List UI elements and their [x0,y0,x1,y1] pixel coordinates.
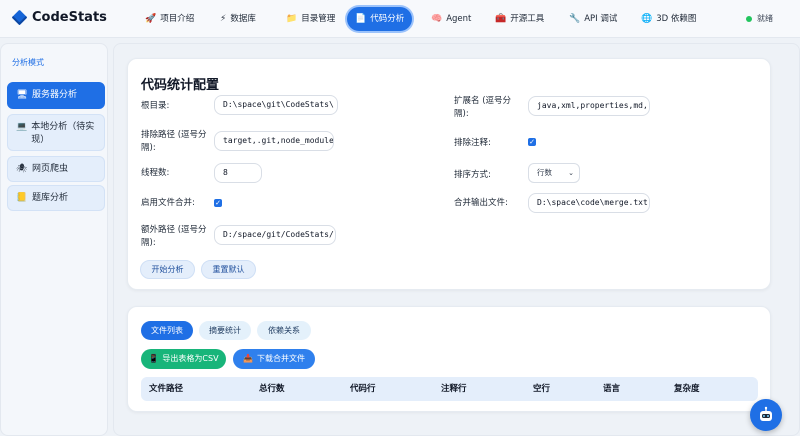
start-analysis-button[interactable]: 开始分析 [140,260,195,279]
status-indicator: 就绪 [746,13,773,24]
robot-icon [760,406,772,421]
nav-item-directory[interactable]: 📁 目录管理 [278,7,343,31]
extra-paths-label: 额外路径 (逗号分隔): [141,225,207,248]
merge-label: 启用文件合并: [141,198,195,208]
col-blank-lines[interactable]: 空行 [533,377,550,401]
nav-label: 项目介绍 [160,14,195,24]
chevron-down-icon: ⌄ [568,169,574,177]
threads-label: 线程数: [141,168,170,178]
export-csv-label: 导出表格为CSV [162,354,219,363]
monitor-icon: 🖥 [16,90,28,100]
sidebar-item-label: 题库分析 [32,193,69,203]
bolt-icon: ⚡ [220,13,227,24]
extensions-label: 扩展名 (逗号分隔): [454,96,512,119]
results-card: 文件列表 摘要统计 依赖关系 📱 导出表格为CSV 📥 下载合并文件 文件路径 … [127,306,771,412]
brand[interactable]: CodeStats [11,9,107,26]
sidebar: 分析模式 🖥 服务器分析 💻 本地分析（待实现） 🕷 网页爬虫 📒 题库分析 [0,43,108,436]
assistant-button[interactable] [750,399,782,431]
col-total-lines[interactable]: 总行数 [259,377,285,401]
output-file-label: 合并输出文件: [454,198,508,208]
nav-label: 3D 依赖图 [656,14,697,24]
config-card: 代码统计配置 根目录: D:\space\git\CodeStats\ 排除路径… [127,58,771,290]
exclude-comments-checkbox[interactable]: ✓ [528,138,536,146]
output-file-input[interactable]: D:\space\code\merge.txt [528,193,650,213]
nav-item-database[interactable]: ⚡ 数据库 [212,7,264,31]
sort-select[interactable]: 行数 ⌄ [528,163,580,183]
reset-default-button[interactable]: 重置默认 [201,260,256,279]
sort-label: 排序方式: [454,170,491,180]
nav-label: Agent [446,14,472,24]
globe-icon: 🌐 [641,13,653,24]
brain-icon: 🧠 [431,13,443,24]
status-label: 就绪 [757,14,773,23]
nav-item-3d-graph[interactable]: 🌐 3D 依赖图 [633,7,704,31]
root-label: 根目录: [141,101,170,111]
col-comment-lines[interactable]: 注释行 [441,377,467,401]
rocket-icon: 🚀 [145,13,157,24]
nav-label: API 调试 [584,14,618,24]
status-dot-icon [746,15,752,22]
nav-item-intro[interactable]: 🚀 项目介绍 [137,7,202,31]
sidebar-item-label: 本地分析（待实现） [31,122,95,145]
exclude-comments-label: 排除注释: [454,138,491,148]
sidebar-item-question-bank[interactable]: 📒 题库分析 [7,185,105,211]
col-language[interactable]: 语言 [603,377,620,401]
book-icon: 📒 [16,193,28,203]
sidebar-item-web-crawler[interactable]: 🕷 网页爬虫 [7,156,105,182]
extra-paths-input[interactable]: D:/space/git/CodeStats/ [214,225,336,245]
config-title: 代码统计配置 [141,78,220,93]
download-merged-button[interactable]: 📥 下载合并文件 [233,349,315,369]
col-file-path[interactable]: 文件路径 [149,377,183,401]
exclude-paths-label: 排除路径 (逗号分隔): [141,130,207,153]
toolbox-icon: 🧰 [495,13,507,24]
root-dir-input[interactable]: D:\space\git\CodeStats\ [214,95,338,115]
nav-item-agent[interactable]: 🧠 Agent [423,7,479,31]
col-code-lines[interactable]: 代码行 [350,377,376,401]
sidebar-item-label: 服务器分析 [32,90,78,100]
sidebar-item-local-analysis[interactable]: 💻 本地分析（待实现） [7,114,105,151]
nav-item-open-tools[interactable]: 🧰 开源工具 [487,7,552,31]
merge-checkbox[interactable]: ✓ [214,199,222,207]
tab-file-list[interactable]: 文件列表 [141,321,193,340]
sidebar-item-label: 网页爬虫 [32,164,69,174]
nav-label: 开源工具 [510,14,545,24]
document-icon: 📄 [355,13,367,24]
nav-label: 目录管理 [301,14,336,24]
results-table-header: 文件路径 总行数 代码行 注释行 空行 语言 复杂度 [141,377,758,401]
main-area: 代码统计配置 根目录: D:\space\git\CodeStats\ 排除路径… [113,43,800,436]
nav-label: 代码分析 [370,14,405,24]
tab-summary-stats[interactable]: 摘要统计 [199,321,251,340]
sidebar-title: 分析模式 [12,58,44,67]
laptop-icon: 💻 [16,122,28,132]
col-complexity[interactable]: 复杂度 [674,377,700,401]
nav-item-code-analysis[interactable]: 📄 代码分析 [347,7,413,31]
logo-diamond-icon [11,9,28,26]
tool-icon: 🔧 [569,13,581,24]
nav-item-api-debug[interactable]: 🔧 API 调试 [561,7,625,31]
threads-input[interactable]: 8 [214,163,262,183]
sidebar-item-server-analysis[interactable]: 🖥 服务器分析 [7,82,105,109]
spider-icon: 🕷 [16,164,28,174]
extensions-input[interactable]: java,xml,properties,md, [528,96,650,116]
sort-select-value: 行数 [537,168,552,177]
nav-label: 数据库 [230,14,256,24]
exclude-paths-input[interactable]: target,.git,node_modules [214,131,334,151]
download-merged-label: 下载合并文件 [256,354,305,363]
folder-icon: 📁 [286,13,298,24]
export-csv-button[interactable]: 📱 导出表格为CSV [141,349,226,369]
tab-dependencies[interactable]: 依赖关系 [257,321,311,340]
app-name: CodeStats [32,10,107,25]
phone-icon: 📱 [148,354,159,363]
top-bar: CodeStats 🚀 项目介绍 ⚡ 数据库 📁 目录管理 📄 代码分析 🧠 A… [0,0,800,38]
download-tray-icon: 📥 [243,354,253,363]
